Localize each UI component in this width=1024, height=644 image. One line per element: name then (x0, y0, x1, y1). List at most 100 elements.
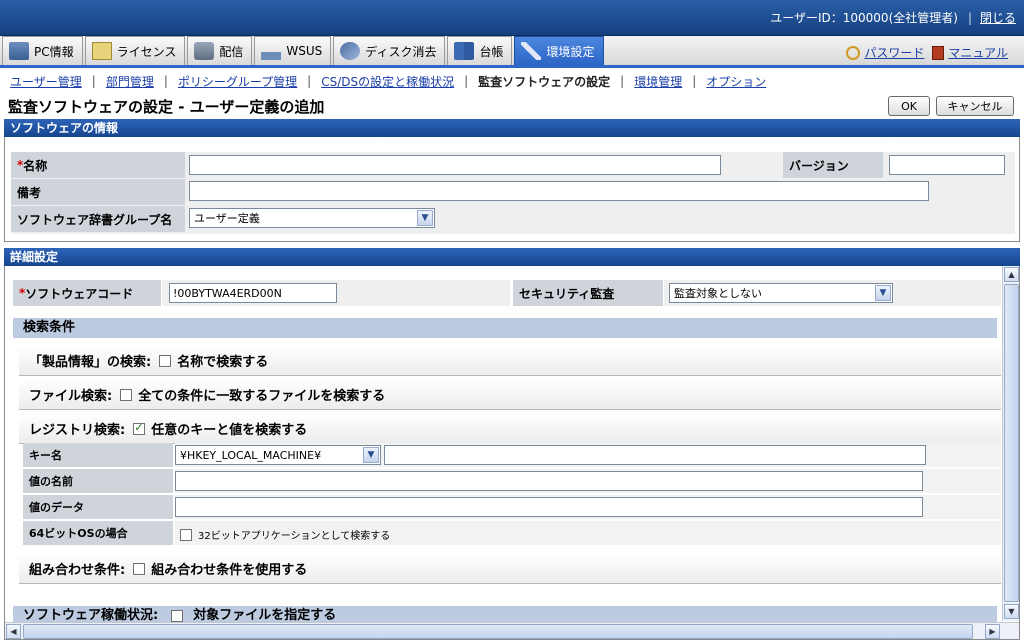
operation-status-checkbox-label: 対象ファイルを指定する (193, 608, 337, 623)
subnav-department-management[interactable]: 部門管理 (106, 73, 154, 90)
combination-label: 組み合わせ条件: (29, 563, 126, 578)
value-name-input[interactable] (175, 471, 923, 491)
scroll-left-arrow-icon[interactable]: ◀ (6, 624, 21, 639)
tab-label: PC情報 (34, 44, 74, 59)
cancel-button[interactable]: キャンセル (936, 96, 1014, 116)
os64-checkbox-label: 32ビットアプリケーションとして検索する (198, 531, 391, 542)
registry-search-checkbox[interactable] (133, 421, 146, 435)
product-search-checkbox-label: 名称で検索する (177, 355, 269, 370)
value-name-label: 値の名前 (23, 469, 173, 493)
close-link[interactable]: 閉じる (980, 9, 1016, 26)
password-link[interactable]: パスワード (864, 44, 924, 61)
detail-settings-section: * ソフトウェアコード !00BYTWA4ERD00N セキュリティ監査 監査対象… (4, 266, 1020, 640)
software-code-label-text: ソフトウェアコード (25, 286, 134, 301)
top-header-bar: ユーザーID：100000(全社管理者) | 閉じる (0, 0, 1024, 36)
security-audit-value: 監査対象としない (674, 287, 762, 300)
subnav-policy-group[interactable]: ポリシーグループ管理 (178, 73, 297, 90)
name-label: * 名称 (11, 152, 185, 178)
subnav-cs-ds[interactable]: CS/DSの設定と稼働状況 (321, 73, 454, 90)
ledger-icon (454, 42, 475, 60)
distribution-icon (194, 42, 215, 60)
registry-root-select[interactable]: ¥HKEY_LOCAL_MACHINE¥ ▼ (175, 445, 381, 465)
product-info-search-row: 「製品情報」の検索: 名称で検索する (19, 346, 1001, 376)
title-row: 監査ソフトウェアの設定 - ユーザー定義の追加 OK キャンセル (0, 94, 1024, 118)
version-input[interactable] (889, 155, 1005, 175)
os64-option: 32ビットアプリケーションとして検索する (180, 527, 390, 542)
vertical-scrollbar[interactable]: ▲ ▼ (1002, 266, 1019, 621)
file-search-checkbox[interactable] (120, 388, 133, 401)
subnav-divider: | (620, 74, 625, 88)
security-audit-label: セキュリティ監査 (513, 280, 663, 306)
license-icon (91, 42, 112, 60)
name-label-text: 名称 (23, 158, 48, 173)
key-icon (846, 45, 861, 60)
header-separator: | (967, 10, 972, 25)
software-info-heading: ソフトウェアの情報 (4, 119, 1020, 137)
note-input[interactable] (189, 181, 929, 201)
chevron-down-icon: ▼ (417, 210, 433, 226)
os64-label: 64ビットOSの場合 (23, 521, 173, 545)
operation-status-checkbox[interactable] (170, 609, 183, 622)
operation-status-label: ソフトウェア稼働状況: (23, 608, 159, 623)
software-code-input[interactable]: !00BYTWA4ERD00N (169, 283, 337, 303)
dictionary-group-label: ソフトウェア辞書グループ名 (11, 206, 185, 232)
tab-label: ライセンス (116, 44, 177, 59)
note-label: 備考 (11, 179, 185, 205)
combination-checkbox[interactable] (133, 562, 146, 575)
registry-search-label: レジストリ検索: (29, 423, 126, 438)
subnav-user-management[interactable]: ユーザー管理 (10, 73, 82, 90)
registry-root-value: ¥HKEY_LOCAL_MACHINE¥ (180, 448, 322, 462)
tab-label: WSUS (286, 44, 323, 58)
software-info-section: * 名称 バージョン 備考 ソフトウェア辞書グループ名 ユーザー定義 ▼ (4, 137, 1020, 242)
chevron-down-icon: ▼ (363, 447, 379, 463)
product-search-checkbox[interactable] (159, 354, 172, 367)
version-label: バージョン (783, 152, 883, 178)
name-input[interactable] (189, 155, 721, 175)
registry-search-checkbox-label: 任意のキーと値を検索する (151, 423, 308, 438)
detail-settings-heading: 詳細設定 (4, 248, 1020, 266)
subnav-divider: | (163, 74, 168, 88)
scroll-up-arrow-icon[interactable]: ▲ (1004, 267, 1019, 282)
tab-disk-erase[interactable]: ディスク消去 (333, 36, 446, 65)
top-right-links: パスワード マニュアル (846, 44, 1016, 61)
subnav-options[interactable]: オプション (706, 73, 766, 90)
file-search-checkbox-label: 全ての条件に一致するファイルを検索する (138, 389, 386, 404)
pc-icon (9, 42, 29, 60)
subnav-divider: | (307, 74, 312, 88)
subnav-divider: | (464, 74, 469, 88)
tab-label: 環境設定 (546, 44, 595, 59)
tab-pc-info[interactable]: PC情報 (2, 36, 83, 65)
subnav-audit-software-current: 監査ソフトウェアの設定 (478, 74, 611, 89)
file-search-row: ファイル検索: 全ての条件に一致するファイルを検索する (19, 380, 1001, 410)
tab-license[interactable]: ライセンス (84, 36, 186, 65)
user-id-text: ユーザーID：100000(全社管理者) (770, 11, 958, 25)
settings-tools-icon (521, 42, 542, 60)
os64-checkbox[interactable] (180, 528, 192, 541)
ok-button[interactable]: OK (888, 96, 930, 116)
horizontal-scroll-thumb[interactable] (23, 624, 973, 639)
combination-checkbox-label: 組み合わせ条件を使用する (151, 563, 308, 578)
chevron-down-icon: ▼ (875, 285, 891, 301)
security-audit-select[interactable]: 監査対象としない ▼ (669, 283, 893, 303)
combination-condition-row: 組み合わせ条件: 組み合わせ条件を使用する (19, 554, 1001, 584)
tab-ledger[interactable]: 台帳 (447, 36, 513, 65)
scroll-down-arrow-icon[interactable]: ▼ (1004, 604, 1019, 619)
file-search-label: ファイル検索: (29, 389, 113, 404)
tab-wsus[interactable]: WSUS (254, 36, 332, 65)
subnav-divider: | (91, 74, 96, 88)
vertical-scroll-thumb[interactable] (1004, 284, 1019, 602)
manual-link[interactable]: マニュアル (948, 44, 1008, 61)
tab-environment-settings[interactable]: 環境設定 (514, 36, 604, 65)
subnav-environment-management[interactable]: 環境管理 (634, 73, 682, 90)
dictionary-group-value: ユーザー定義 (194, 212, 260, 225)
horizontal-scrollbar[interactable]: ◀ ▶ (5, 622, 1019, 639)
software-code-label: * ソフトウェアコード (13, 280, 161, 306)
value-data-input[interactable] (175, 497, 923, 517)
key-path-input[interactable] (384, 445, 926, 465)
registry-search-row: レジストリ検索: 任意のキーと値を検索する (19, 414, 1001, 444)
subnav-divider: | (692, 74, 697, 88)
scroll-right-arrow-icon[interactable]: ▶ (985, 624, 1000, 639)
page-title: 監査ソフトウェアの設定 - ユーザー定義の追加 (8, 98, 325, 116)
dictionary-group-select[interactable]: ユーザー定義 ▼ (189, 208, 435, 228)
tab-distribution[interactable]: 配信 (187, 36, 253, 65)
